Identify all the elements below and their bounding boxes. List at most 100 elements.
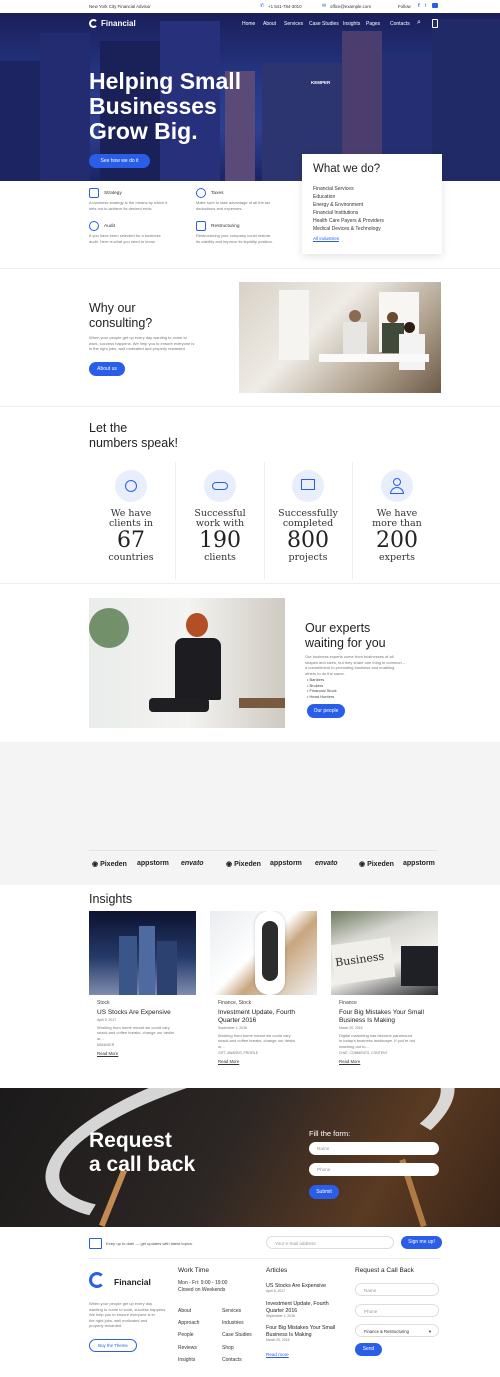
client-logo-appstorm[interactable]: appstorm — [403, 860, 435, 867]
industry-item[interactable]: Financial Services — [313, 185, 384, 193]
stat-unit: clients — [204, 552, 236, 563]
newsletter-book-icon — [89, 1238, 102, 1249]
post-image-city[interactable] — [89, 911, 196, 995]
our-people-button[interactable]: Our people — [307, 704, 345, 718]
office-team-photo — [239, 282, 441, 393]
industry-item[interactable]: Health Care Payers & Providers — [313, 217, 384, 225]
nav-case-studies[interactable]: Case Studies — [309, 21, 339, 27]
callback-phone-input[interactable]: Phone — [309, 1163, 439, 1176]
logo-icon[interactable] — [89, 19, 98, 28]
service-text: deductions and expenses. — [196, 205, 243, 211]
client-logo-appstorm[interactable]: appstorm — [270, 860, 302, 867]
footer-link-insights[interactable]: Insights — [178, 1354, 199, 1366]
cart-icon[interactable] — [432, 19, 438, 28]
post-excerpt: or... — [97, 1035, 104, 1041]
footer-article[interactable]: Four Big Mistakes Your Small Business Is… — [266, 1325, 351, 1344]
footer-article-date: April 5, 2017 — [266, 1289, 286, 1293]
footer-link-reviews[interactable]: Reviews — [178, 1342, 199, 1354]
all-industries-link[interactable]: All industries — [313, 236, 339, 241]
client-logo-envato[interactable]: envato — [181, 860, 204, 867]
experts-title-line1: Our experts — [305, 621, 371, 635]
footer-link-people[interactable]: People — [178, 1329, 199, 1341]
footer-link-contacts[interactable]: Contacts — [222, 1354, 252, 1366]
client-logo-appstorm[interactable]: appstorm — [137, 860, 169, 867]
footer-link-case-studies[interactable]: Case Studies — [222, 1329, 252, 1341]
callback-submit-button[interactable]: Submit — [309, 1185, 339, 1199]
nav-home[interactable]: Home — [242, 21, 255, 27]
client-logo-pixeden[interactable]: ◉ Pixeden — [92, 860, 127, 868]
read-more-link[interactable]: Read More — [97, 1051, 197, 1056]
post-title[interactable]: US Stocks Are Expensive — [97, 1009, 197, 1017]
stat-number: 800 — [287, 528, 329, 553]
client-logo-envato[interactable]: envato — [315, 860, 338, 867]
industry-item[interactable]: Energy & Environment — [313, 201, 384, 209]
nav-contacts[interactable]: Contacts — [390, 21, 410, 27]
service-title: Strategy — [104, 191, 122, 196]
post-title-line: Business Is Making — [339, 1017, 395, 1024]
newsletter-email-input[interactable]: Your e-mail address — [266, 1236, 394, 1249]
nav-about[interactable]: About — [263, 21, 276, 27]
client-logo-pixeden[interactable]: ◉ Pixeden — [359, 860, 394, 868]
client-logo-text: envato — [181, 860, 204, 867]
post-category[interactable]: Stock — [97, 1000, 197, 1006]
read-more-link[interactable]: Read More — [218, 1059, 322, 1064]
callback-name-input[interactable]: Name — [309, 1142, 439, 1155]
post-title[interactable]: Investment Update, Fourth Quarter 2016 — [218, 1009, 322, 1025]
industry-item[interactable]: Education — [313, 193, 384, 201]
footer-send-button[interactable]: Send — [355, 1343, 382, 1356]
footer-link-about[interactable]: About — [178, 1305, 199, 1317]
footer-article[interactable]: US Stocks Are Expensive April 5, 2017 — [266, 1283, 351, 1295]
footer-brand-name[interactable]: Financial — [114, 1277, 151, 1287]
post-tags[interactable]: MANAGER — [97, 1043, 197, 1049]
post-tags[interactable]: GIFT, AWARDS, PROFILE — [218, 1051, 322, 1057]
stat-unit: experts — [379, 552, 415, 563]
stat-clients: Successful work with 190 clients — [180, 470, 260, 563]
buy-theme-button[interactable]: Buy the Theme — [89, 1339, 137, 1352]
footer-link-services[interactable]: Services — [222, 1305, 252, 1317]
phone-number[interactable]: +1 541-784-3010 — [268, 4, 302, 9]
callback-title-line1: Request — [89, 1129, 172, 1152]
nav-insights[interactable]: Insights — [343, 21, 360, 27]
footer-link-industries[interactable]: Industries — [222, 1317, 252, 1329]
email-link[interactable]: office@example.com — [330, 4, 371, 9]
articles-read-more-link[interactable]: Read more — [266, 1352, 289, 1357]
footer-link-shop[interactable]: Shop — [222, 1342, 252, 1354]
expert-list-label: Head Hunters — [309, 693, 335, 699]
read-more-link[interactable]: Read More — [339, 1059, 443, 1064]
hero-cta-button[interactable]: See how we do it — [89, 154, 150, 168]
twitter-icon[interactable]: t — [425, 3, 426, 9]
youtube-icon[interactable] — [432, 3, 438, 8]
footer-article[interactable]: Investment Update, Fourth Quarter 2016 S… — [266, 1301, 351, 1320]
footer-topic-select[interactable]: Finance & Restructuring ▼ — [355, 1324, 439, 1337]
footer-link-approach[interactable]: Approach — [178, 1317, 199, 1329]
client-logo-text: appstorm — [137, 860, 169, 867]
search-icon[interactable]: ⌕ — [417, 19, 421, 27]
footer-logo-icon[interactable] — [89, 1272, 105, 1288]
service-text: audit. Here is what you need to know. — [89, 238, 156, 244]
post-image-chair[interactable] — [210, 911, 317, 995]
nav-pages[interactable]: Pages — [366, 21, 380, 27]
post-title[interactable]: Four Big Mistakes Your Small Business Is… — [339, 1009, 443, 1025]
client-logo-text: Pixeden — [234, 861, 261, 868]
hero-title-line3: Grow Big. — [89, 118, 198, 144]
service-title: Taxes — [211, 191, 224, 196]
nav-services[interactable]: Services — [284, 21, 303, 27]
footer-phone-input[interactable]: Phone — [355, 1304, 439, 1317]
facebook-icon[interactable]: f — [418, 3, 420, 9]
post-category[interactable]: Finance — [339, 1000, 443, 1006]
sign-me-up-button[interactable]: Sign me up! — [401, 1236, 442, 1249]
client-logo-pixeden[interactable]: ◉ Pixeden — [226, 860, 261, 868]
post-image-newspaper[interactable]: Business — [331, 911, 438, 995]
consulting-title-line2: consulting? — [89, 316, 153, 330]
post-card: Finance, Stock Investment Update, Fourth… — [218, 1000, 322, 1064]
post-category[interactable]: Finance, Stock — [218, 1000, 322, 1006]
industry-item[interactable]: Financial Institutions — [313, 209, 384, 217]
chevron-down-icon: ▼ — [428, 1329, 432, 1334]
post-tags[interactable]: CHAT, COMMENTS, CONTENT — [339, 1051, 443, 1057]
industry-item[interactable]: Medical Devices & Technology — [313, 225, 384, 233]
footer-name-input[interactable]: Name — [355, 1283, 439, 1296]
about-us-button[interactable]: About us — [89, 362, 125, 376]
brand-name[interactable]: Financial — [101, 19, 136, 28]
stat-projects: Successfully completed 800 projects — [268, 470, 348, 563]
what-we-do-card: What we do? Financial Services Education… — [302, 154, 442, 254]
